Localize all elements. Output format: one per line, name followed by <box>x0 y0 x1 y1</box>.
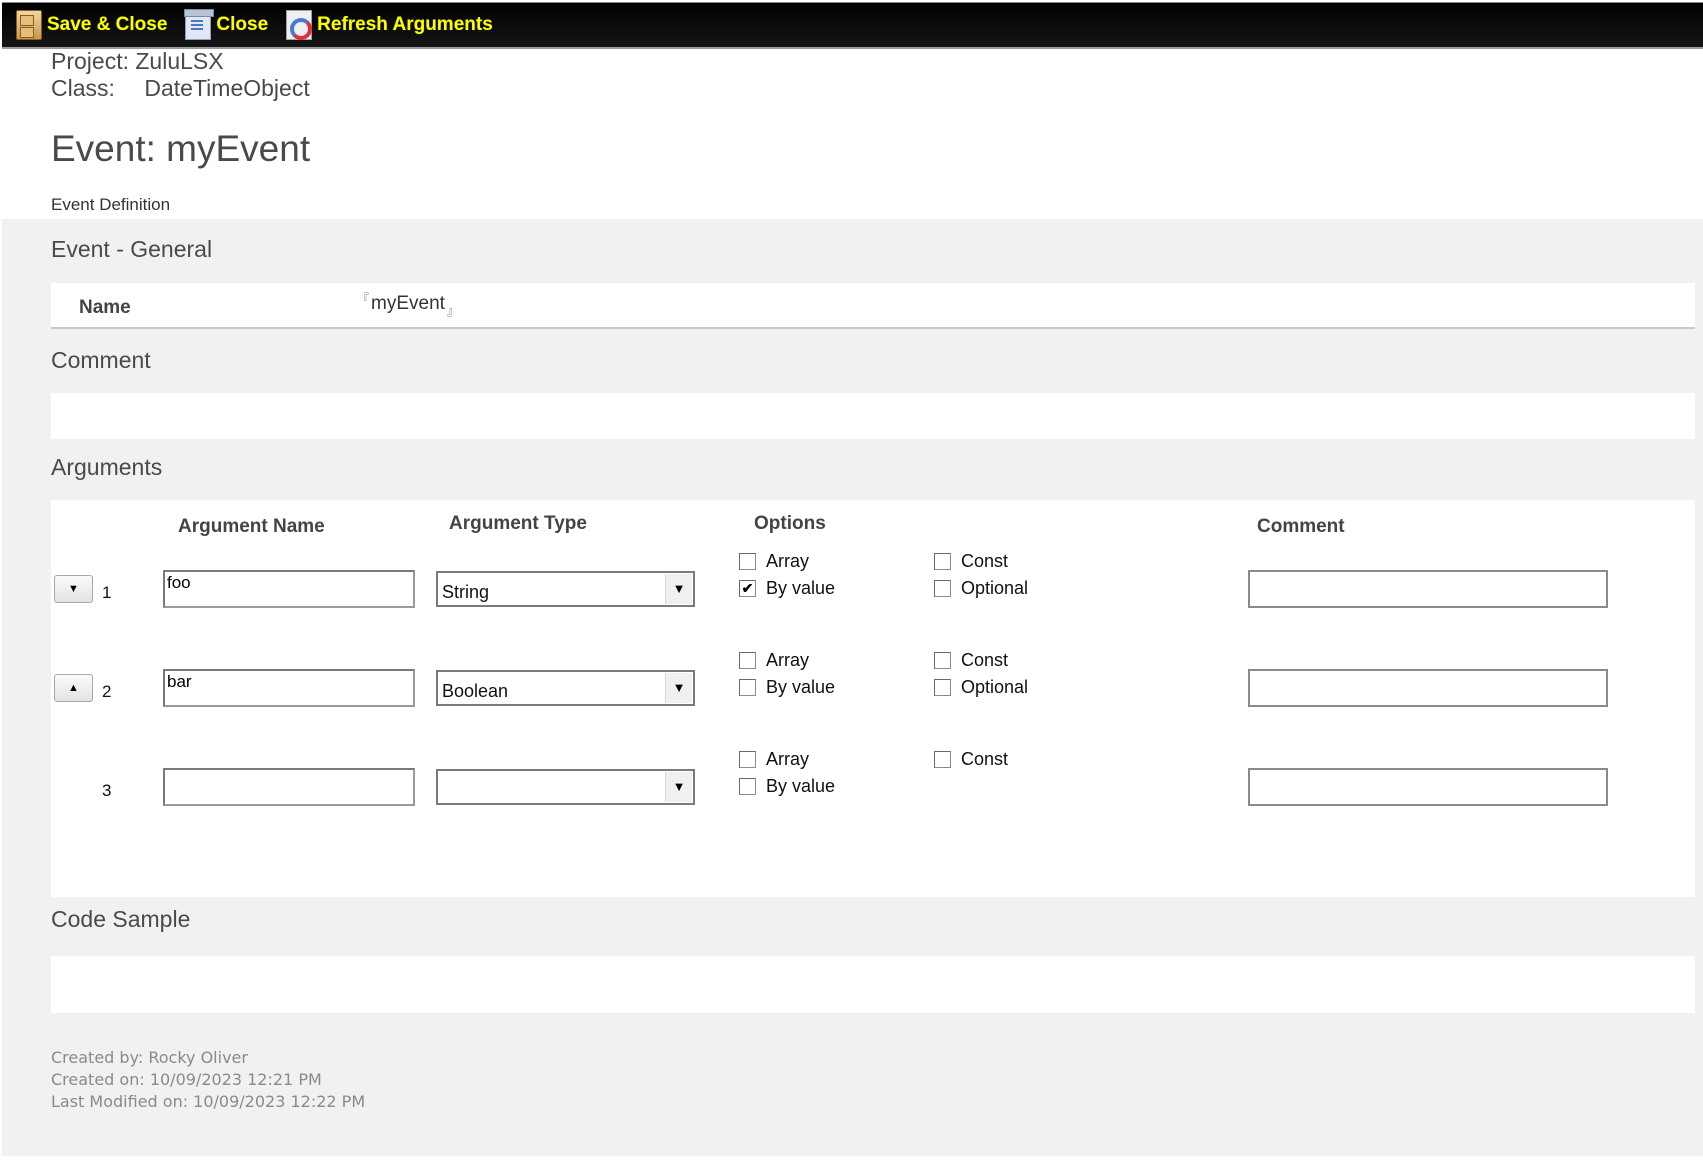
close-document-icon <box>184 9 215 40</box>
event-general-title: Event - General <box>51 236 213 262</box>
checkbox-box <box>934 652 951 669</box>
argument-index: 2 <box>102 682 112 701</box>
name-field[interactable]: 『myEvent』 <box>357 292 459 318</box>
save-and-close-button[interactable]: Save & Close <box>16 10 167 40</box>
option-by-value-checkbox[interactable]: ✔ By value <box>739 578 835 599</box>
option-label: Array <box>766 749 810 769</box>
checkbox-box <box>934 679 951 696</box>
refresh-icon <box>286 10 313 40</box>
checkbox-box <box>934 580 951 597</box>
argument-name-input[interactable] <box>163 768 415 806</box>
argument-index: 1 <box>102 583 112 602</box>
created-on: Created on: 10/09/2023 12:21 PM <box>51 1070 322 1089</box>
close-label: Close <box>216 14 269 35</box>
option-optional-checkbox[interactable]: Optional <box>934 677 1028 698</box>
checkbox-box <box>739 679 756 696</box>
col-header-comment: Comment <box>1257 516 1345 537</box>
option-label: By value <box>766 776 836 796</box>
option-label: By value <box>766 578 836 598</box>
chevron-down-icon: ▼ <box>665 772 692 802</box>
field-corner-open: 『 <box>357 292 370 306</box>
comment-title: Comment <box>51 347 151 373</box>
chevron-down-icon: ▼ <box>665 574 692 604</box>
page-title: Event: myEvent <box>51 128 311 169</box>
name-label: Name <box>79 297 131 318</box>
class-label: Class: <box>51 75 115 101</box>
option-label: Array <box>766 650 810 670</box>
event-definition-heading: Event Definition <box>51 195 171 214</box>
option-label: Const <box>961 650 1009 670</box>
argument-row: ▼ 1 String ▼ Array ✔ By value Const Opti… <box>51 550 1695 630</box>
code-sample-field[interactable] <box>51 956 1695 1013</box>
class-line: Class: DateTimeObject <box>51 75 310 102</box>
comment-field[interactable] <box>51 393 1695 439</box>
project-line: Project: ZuluLSX <box>51 48 224 75</box>
refresh-arguments-button[interactable]: Refresh Arguments <box>286 10 493 40</box>
checkbox-box <box>934 751 951 768</box>
argument-index: 3 <box>102 781 112 800</box>
argument-row: ▲ 2 Boolean ▼ Array By value Const Optio <box>51 649 1695 729</box>
option-label: Optional <box>961 677 1029 697</box>
argument-comment-input[interactable] <box>1248 669 1608 707</box>
checkbox-box <box>934 553 951 570</box>
checkbox-box <box>739 553 756 570</box>
argument-type-value: String <box>442 582 490 602</box>
refresh-arguments-label: Refresh Arguments <box>317 14 493 35</box>
chevron-down-icon: ▼ <box>665 673 692 703</box>
move-up-button[interactable]: ▲ <box>54 674 93 702</box>
created-by: Created by: Rocky Oliver <box>51 1048 248 1067</box>
checkbox-box <box>739 751 756 768</box>
argument-name-input[interactable] <box>163 669 415 707</box>
option-by-value-checkbox[interactable]: By value <box>739 776 835 797</box>
class-value: DateTimeObject <box>144 75 310 101</box>
option-const-checkbox[interactable]: Const <box>934 749 1008 770</box>
argument-type-select[interactable]: String ▼ <box>436 571 695 607</box>
option-by-value-checkbox[interactable]: By value <box>739 677 835 698</box>
audit-info: Created by: Rocky Oliver Created on: 10/… <box>51 1047 365 1113</box>
last-modified-on: Last Modified on: 10/09/2023 12:22 PM <box>51 1092 366 1111</box>
name-row: Name 『myEvent』 <box>51 283 1695 329</box>
code-sample-title: Code Sample <box>51 906 191 932</box>
option-label: Optional <box>961 578 1029 598</box>
argument-row: 3 ▼ Array By value Const <box>51 748 1695 828</box>
option-array-checkbox[interactable]: Array <box>739 749 809 770</box>
option-const-checkbox[interactable]: Const <box>934 551 1008 572</box>
option-label: By value <box>766 677 836 697</box>
option-label: Const <box>961 551 1009 571</box>
field-corner-close: 』 <box>446 304 459 318</box>
close-button[interactable]: Close <box>184 9 269 40</box>
event-definition-panel: Event - General Name 『myEvent』 Comment A… <box>2 219 1703 1156</box>
project-label: Project: <box>51 48 129 74</box>
save-and-close-label: Save & Close <box>47 14 168 35</box>
checkbox-box <box>739 652 756 669</box>
argument-name-input[interactable] <box>163 570 415 608</box>
col-header-argument-type: Argument Type <box>449 513 587 534</box>
argument-type-value: Boolean <box>442 681 509 701</box>
option-optional-checkbox[interactable]: Optional <box>934 578 1028 599</box>
project-value: ZuluLSX <box>135 48 224 74</box>
option-array-checkbox[interactable]: Array <box>739 650 809 671</box>
option-const-checkbox[interactable]: Const <box>934 650 1008 671</box>
col-header-options: Options <box>754 513 826 534</box>
save-cabinet-icon <box>16 10 42 40</box>
argument-comment-input[interactable] <box>1248 570 1608 608</box>
option-label: Array <box>766 551 810 571</box>
arguments-title: Arguments <box>51 454 163 480</box>
toolbar: Save & Close Close Refresh Arguments <box>2 2 1703 49</box>
arguments-table: Argument Name Argument Type Options Comm… <box>51 500 1695 897</box>
argument-type-select[interactable]: ▼ <box>436 769 695 805</box>
checkbox-box: ✔ <box>739 580 756 597</box>
argument-comment-input[interactable] <box>1248 768 1608 806</box>
option-array-checkbox[interactable]: Array <box>739 551 809 572</box>
option-label: Const <box>961 749 1009 769</box>
move-down-button[interactable]: ▼ <box>54 575 93 603</box>
checkbox-box <box>739 778 756 795</box>
name-value: myEvent <box>371 293 445 314</box>
col-header-argument-name: Argument Name <box>178 516 325 537</box>
argument-type-select[interactable]: Boolean ▼ <box>436 670 695 706</box>
